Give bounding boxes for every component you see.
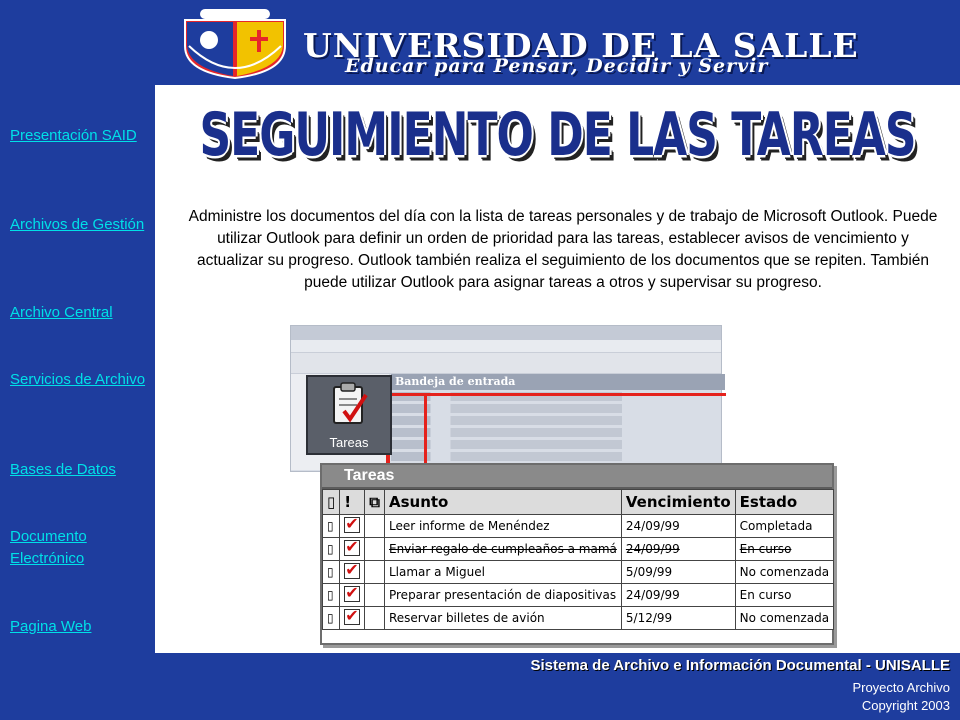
task-status: En curso (734, 583, 835, 607)
task-icon: ▯ (321, 583, 341, 607)
sidebar-nav: Presentación SAID Archivos de Gestión Ar… (0, 0, 155, 720)
main-content: SEGUIMIENTO DE LAS TAREAS Administre los… (155, 85, 960, 653)
task-due: 24/09/99 (620, 514, 736, 538)
inbox-row (391, 440, 721, 449)
inbox-header: Bandeja de entrada (391, 374, 725, 390)
task-status: En curso (734, 537, 835, 561)
window-menubar (291, 340, 721, 353)
checkbox-cell (339, 583, 366, 607)
checkbox-cell (339, 606, 366, 630)
table-row: ▯ Reservar billetes de avión 5/12/99 No … (321, 606, 835, 630)
attachment-icon: ⧉ (364, 489, 385, 515)
university-crest-icon (184, 7, 286, 80)
task-subject: Enviar regalo de cumpleaños a mamá (383, 537, 622, 561)
check-icon (344, 560, 361, 579)
checkbox-cell (339, 514, 366, 538)
outlook-screenshot: Bandeja de entrada Tareas Tareas ▯ ! ⧉ A… (290, 325, 835, 645)
tasks-folder-icon: Tareas (306, 375, 392, 455)
task-subject: Preparar presentación de diapositivas (383, 583, 622, 607)
table-row: ▯ Leer informe de Menéndez 24/09/99 Comp… (321, 514, 835, 538)
task-status: Completada (734, 514, 835, 538)
priority-icon: ! (339, 489, 366, 515)
task-icon: ▯ (321, 514, 341, 538)
check-icon (344, 606, 361, 625)
task-subject: Llamar a Miguel (383, 560, 622, 584)
inbox-row (391, 428, 721, 437)
task-icon: ▯ (321, 606, 341, 630)
nav-link-archivo-central[interactable]: Archivo Central (10, 302, 150, 324)
column-subject: Asunto (383, 489, 622, 515)
task-due: 5/12/99 (620, 606, 736, 630)
callout-line (386, 393, 726, 396)
nav-link-servicios-de-archivo[interactable]: Servicios de Archivo (10, 369, 150, 391)
task-icon: ▯ (321, 560, 341, 584)
task-status: No comenzada (734, 606, 835, 630)
tasks-table: ▯ ! ⧉ Asunto Vencimiento Estado ▯ Leer i… (321, 489, 835, 630)
task-due: 24/09/99 (620, 537, 736, 561)
task-due: 24/09/99 (620, 583, 736, 607)
table-row: ▯ Llamar a Miguel 5/09/99 No comenzada (321, 560, 835, 584)
inbox-row (391, 404, 721, 413)
tasks-table-header: ▯ ! ⧉ Asunto Vencimiento Estado (321, 489, 835, 515)
nav-link-presentacion-said[interactable]: Presentación SAID (10, 125, 150, 147)
callout-line (424, 393, 427, 465)
checkbox-cell (339, 537, 366, 561)
tasks-panel-title: Tareas (322, 465, 832, 489)
column-status: Estado (734, 489, 835, 515)
footer-copyright: Copyright 2003 (861, 698, 950, 713)
nav-link-pagina-web[interactable]: Pagina Web (10, 616, 150, 638)
table-row: ▯ Enviar regalo de cumpleaños a mamá 24/… (321, 537, 835, 561)
table-row: ▯ Preparar presentación de diapositivas … (321, 583, 835, 607)
page-description: Administre los documentos del día con la… (188, 207, 938, 291)
task-subject: Leer informe de Menéndez (383, 514, 622, 538)
inbox-row (391, 416, 721, 425)
task-due: 5/09/99 (620, 560, 736, 584)
inbox-row (391, 452, 721, 461)
clipboard-icon (333, 382, 368, 424)
footer-project: Proyecto Archivo (852, 680, 950, 695)
inbox-rows (391, 392, 721, 464)
column-due: Vencimiento (620, 489, 736, 515)
check-icon (344, 583, 361, 602)
nav-link-bases-de-datos[interactable]: Bases de Datos (10, 459, 150, 481)
task-icon: ▯ (321, 537, 341, 561)
page-title: SEGUIMIENTO DE LAS TAREAS (199, 101, 916, 170)
header-banner: UNIVERSIDAD DE LA SALLE Educar para Pens… (155, 0, 960, 85)
university-motto: Educar para Pensar, Decidir y Servir (345, 55, 769, 77)
tasks-panel: Tareas ▯ ! ⧉ Asunto Vencimiento Estado ▯ (320, 463, 835, 645)
nav-link-archivos-de-gestion[interactable]: Archivos de Gestión (10, 214, 150, 236)
task-status: No comenzada (734, 560, 835, 584)
nav-link-documento-electronico[interactable]: Documento Electrónico (10, 526, 150, 570)
footer-title: Sistema de Archivo e Información Documen… (530, 657, 950, 674)
window-toolbar (291, 353, 721, 374)
check-icon (344, 537, 361, 556)
checkbox-cell (339, 560, 366, 584)
doc-icon: ▯ (321, 489, 341, 515)
tasks-folder-label: Tareas (329, 435, 369, 450)
check-icon (344, 514, 361, 533)
task-subject: Reservar billetes de avión (383, 606, 622, 630)
window-titlebar (291, 326, 721, 340)
